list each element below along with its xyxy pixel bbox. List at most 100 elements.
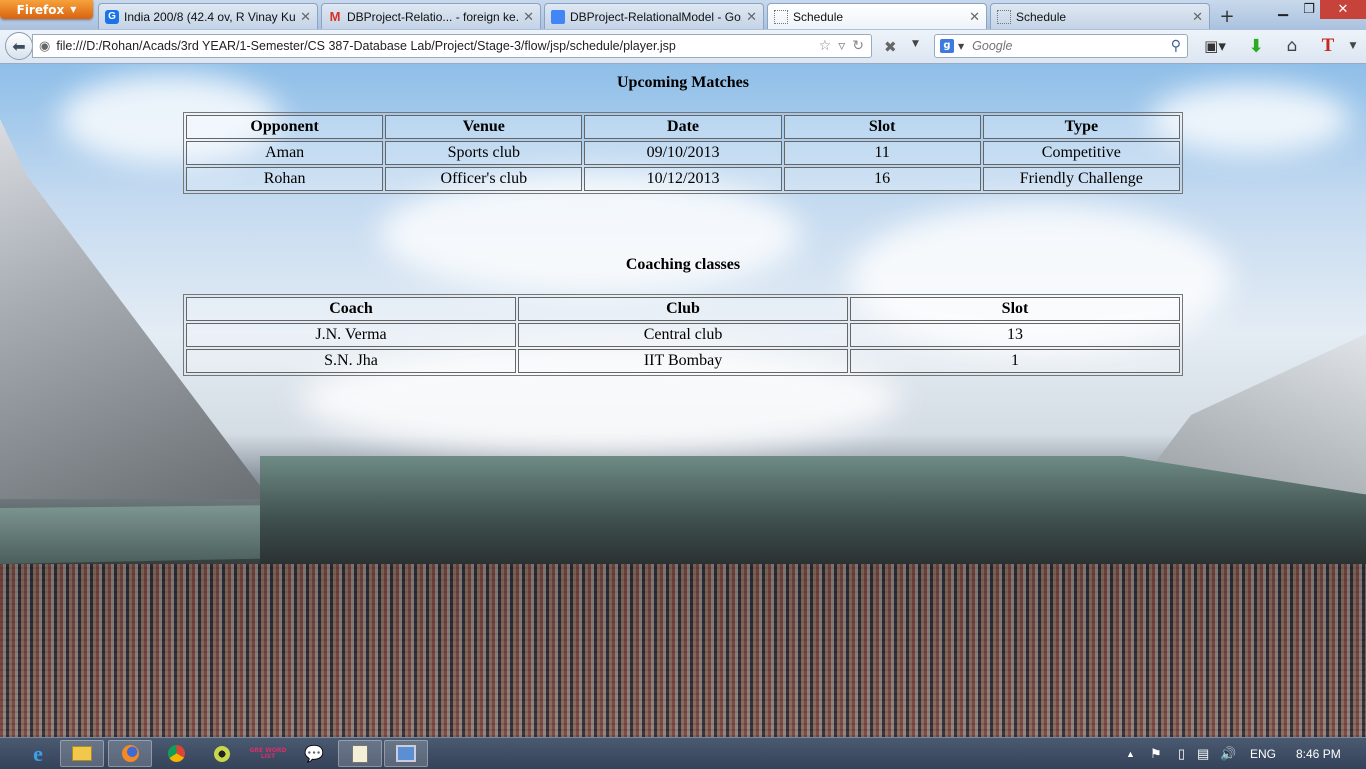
table-cell: 1 [850,349,1180,373]
table-cell: Friendly Challenge [982,167,1180,191]
table-header-row: Coach Club Slot [186,297,1180,321]
gmail-icon: M [329,8,341,24]
bookmarks-menu-icon[interactable]: ▣▾ [1198,35,1232,57]
show-hidden-icons-icon[interactable]: ▲ [1126,738,1135,769]
page-content: Upcoming Matches Opponent Venue Date Slo… [0,64,1366,737]
google-search-engine-icon[interactable]: g [940,39,954,53]
table-cell: 13 [850,323,1180,347]
column-header: Opponent [186,115,384,139]
close-icon[interactable]: ✕ [969,9,980,25]
tab-label: Schedule [793,9,844,24]
column-header: Slot [783,115,981,139]
column-header: Venue [385,115,583,139]
firefox-menu-button[interactable]: Firefox ▼ [0,0,93,19]
table-cell: 09/10/2013 [584,141,782,165]
volume-icon[interactable]: 🔊 [1220,738,1236,769]
action-center-flag-icon[interactable]: ⚑ [1150,738,1162,769]
close-icon[interactable]: ✕ [1192,9,1203,25]
blank-page-icon [997,9,1011,24]
table-cell: 11 [783,141,981,165]
tab-label: Schedule [1016,9,1067,24]
table-cell: Aman [186,141,384,165]
search-bar[interactable]: g ▼ ⚲ [934,34,1188,58]
table-cell: Rohan [186,167,384,191]
input-language[interactable]: ENG [1250,738,1276,769]
internet-explorer-icon[interactable]: e [16,740,60,767]
firefox-menu-label: Firefox [16,2,65,17]
addon-t-icon[interactable]: T [1316,35,1340,57]
history-dropdown-icon[interactable]: ▿ [838,38,845,54]
download-icon[interactable]: ⬇ [1245,35,1267,57]
clock[interactable]: 8:46 PM [1296,738,1341,769]
column-header: Club [518,297,849,321]
table-cell: 10/12/2013 [584,167,782,191]
bookmark-star-icon[interactable]: ☆ [819,38,832,54]
home-icon[interactable]: ⌂ [1280,35,1304,57]
docs-icon [551,9,565,24]
tab-label: DBProject-Relatio... - foreign ke... [347,9,520,24]
table-row: J.N. Verma Central club 13 [186,323,1180,347]
reload-icon[interactable]: ↻ [852,38,864,54]
tab-google-docs[interactable]: DBProject-RelationalModel - Go... ✕ [544,3,764,29]
navigation-toolbar: ⬅ ◉ file:///D:/Rohan/Acads/3rd YEAR/1-Se… [0,30,1366,64]
tab-cricket-score[interactable]: G India 200/8 (42.4 ov, R Vinay Ku... ✕ [98,3,318,29]
address-bar[interactable]: ◉ file:///D:/Rohan/Acads/3rd YEAR/1-Seme… [32,34,872,58]
table-cell: Competitive [982,141,1180,165]
table-cell: Central club [518,323,849,347]
coaching-classes-table: Coach Club Slot J.N. Verma Central club … [183,294,1183,376]
search-input[interactable] [970,38,1171,54]
column-header: Coach [186,297,516,321]
blank-page-icon [774,9,788,24]
close-window-button[interactable]: ✕ [1320,0,1366,19]
table-cell: S.N. Jha [186,349,516,373]
gre-word-list-icon[interactable]: GRE WORD LIST [246,740,290,767]
table-cell: 16 [783,167,981,191]
table-header-row: Opponent Venue Date Slot Type [186,115,1180,139]
column-header: Date [584,115,782,139]
table-row: Aman Sports club 09/10/2013 11 Competiti… [186,141,1180,165]
upcoming-matches-heading: Upcoming Matches [617,74,749,91]
search-icon[interactable]: ⚲ [1171,38,1181,54]
chevron-down-icon: ▼ [70,5,77,14]
google-icon: G [105,9,119,24]
back-button[interactable]: ⬅ [5,32,33,60]
taskbar: e GRE WORD LIST 💬 ▲ ⚑ ▯ ▤ 🔊 ENG 8:46 PM [0,737,1366,769]
addon-icon[interactable]: ✖ [884,38,897,56]
camera-app-icon[interactable] [200,740,244,767]
network-icon[interactable]: ▤ [1197,738,1209,769]
table-cell: IIT Bombay [518,349,849,373]
firefox-icon[interactable] [108,740,152,767]
close-icon[interactable]: ✕ [523,9,534,25]
tab-gmail[interactable]: M DBProject-Relatio... - foreign ke... ✕ [321,3,541,29]
table-cell: J.N. Verma [186,323,516,347]
chevron-down-icon[interactable]: ▼ [912,39,919,49]
close-icon[interactable]: ✕ [746,9,757,25]
globe-icon: ◉ [39,38,51,54]
tab-label: DBProject-RelationalModel - Go... [570,9,743,24]
table-cell: Officer's club [385,167,583,191]
table-row: Rohan Officer's club 10/12/2013 16 Frien… [186,167,1180,191]
chrome-icon[interactable] [154,740,198,767]
table-row: S.N. Jha IIT Bombay 1 [186,349,1180,373]
minimize-button[interactable]: ▁ [1270,0,1296,19]
tab-label: India 200/8 (42.4 ov, R Vinay Ku... [124,9,297,24]
tab-bar: Firefox ▼ G India 200/8 (42.4 ov, R Vina… [0,0,1366,30]
chat-bubble-icon[interactable]: 💬 [292,740,336,767]
tab-schedule[interactable]: Schedule ✕ [990,3,1210,29]
close-icon[interactable]: ✕ [300,9,311,25]
url-text[interactable]: file:///D:/Rohan/Acads/3rd YEAR/1-Semest… [56,39,818,53]
file-explorer-icon[interactable] [60,740,104,767]
chevron-down-icon[interactable]: ▼ [1346,35,1360,57]
coaching-classes-heading: Coaching classes [625,256,741,273]
notepad-icon[interactable] [338,740,382,767]
column-header: Slot [850,297,1180,321]
chevron-down-icon[interactable]: ▼ [958,42,964,51]
maximize-button[interactable]: ❐ [1296,0,1322,19]
table-cell: Sports club [385,141,583,165]
remote-desktop-icon[interactable] [384,740,428,767]
column-header: Type [982,115,1180,139]
new-tab-button[interactable]: + [1214,3,1240,29]
upcoming-matches-table: Opponent Venue Date Slot Type Aman Sport… [183,112,1183,194]
tab-schedule-active[interactable]: Schedule ✕ [767,3,987,29]
battery-icon[interactable]: ▯ [1178,738,1185,769]
